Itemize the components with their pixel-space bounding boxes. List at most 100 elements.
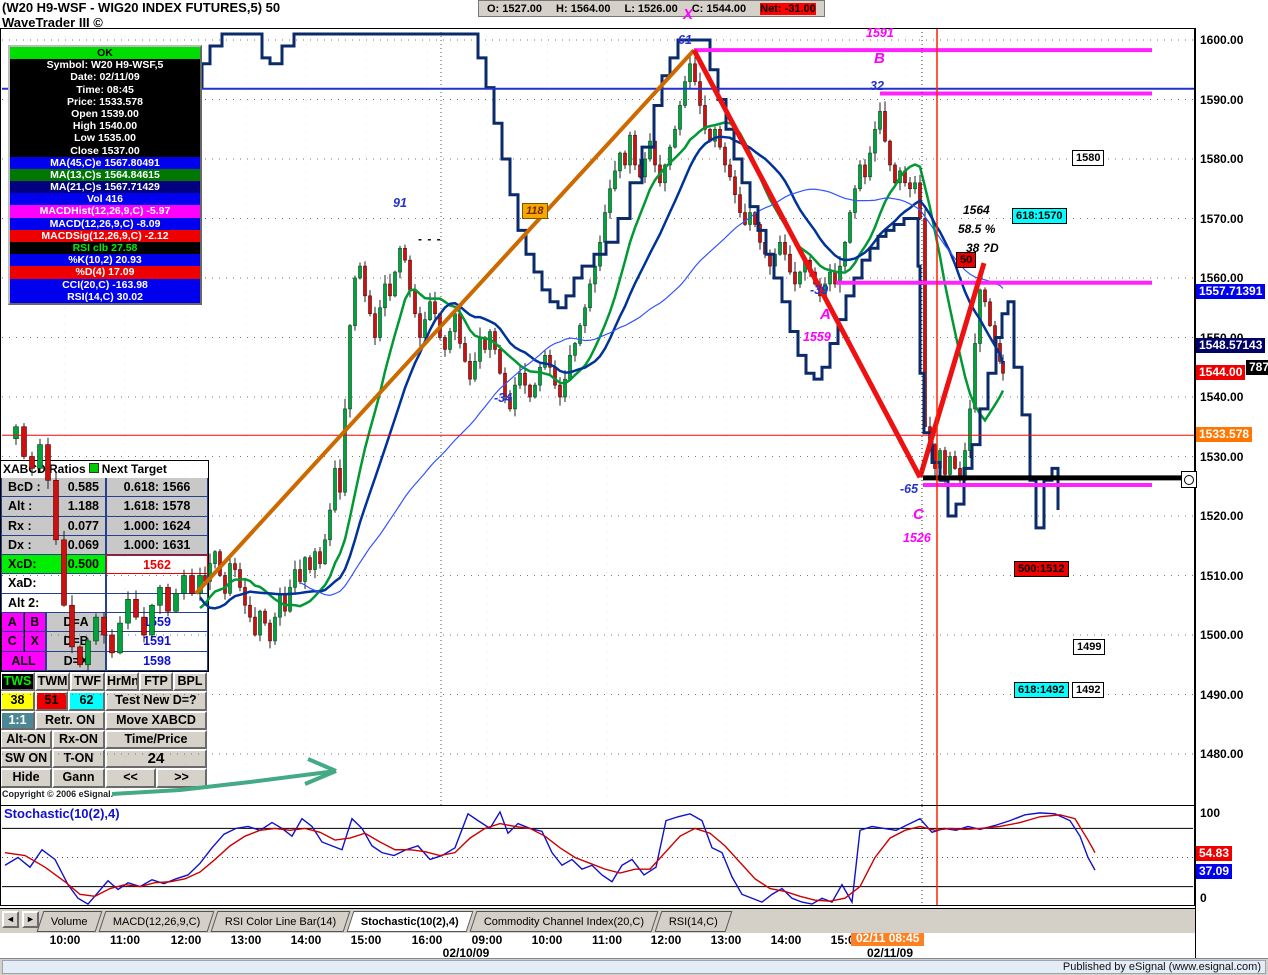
price-tick: 1600.00: [1200, 33, 1244, 47]
candle-body: [428, 301, 432, 320]
candle-body: [418, 313, 422, 338]
point-button-b[interactable]: B: [23, 613, 46, 633]
time-label: 12:00: [650, 933, 682, 947]
candle-body: [583, 307, 587, 326]
button-tws[interactable]: TWS: [0, 672, 35, 692]
candle-body: [973, 343, 977, 410]
button-hide[interactable]: Hide: [0, 768, 52, 788]
ratio-row: XaD:: [1, 574, 208, 594]
button-retron[interactable]: Retr. ON: [35, 710, 105, 730]
ratio-target-cell: 1.000: 1624: [106, 516, 208, 536]
button-38[interactable]: 38: [0, 691, 35, 711]
button-24[interactable]: 24: [105, 749, 207, 769]
tab-macd12269c[interactable]: MACD(12,26,9,C): [98, 911, 215, 932]
button-swon[interactable]: SW ON: [0, 749, 52, 769]
time-label: 09:00: [471, 933, 503, 947]
tab-volume[interactable]: Volume: [36, 911, 103, 932]
candle-body: [308, 557, 312, 570]
button-[interactable]: <<: [105, 768, 156, 788]
tab-rsicolorlinebar14[interactable]: RSI Color Line Bar(14): [210, 911, 351, 932]
time-axis[interactable]: 10:00 11:00 12:00 13:00 14:00 15:00 16:00 09:00…: [0, 930, 1195, 960]
chart-annotation-B: B: [874, 50, 885, 67]
info-row: MA(13,C)s 1564.84615: [10, 168, 200, 182]
price-axis[interactable]: 1600.001590.001580.001570.001560.001550.…: [1195, 28, 1268, 958]
d-target-drag-handle[interactable]: [1181, 471, 1197, 488]
button-ftp[interactable]: FTP: [139, 672, 173, 692]
d-row: ALL D=X 1598: [1, 651, 208, 671]
point-button-a[interactable]: A: [1, 613, 24, 633]
candle-body: [488, 331, 492, 350]
tab-stochastic1024[interactable]: Stochastic(10(2),4): [346, 911, 474, 932]
button-twm[interactable]: TWM: [35, 672, 70, 692]
candle-body: [628, 134, 632, 166]
candle-body: [21, 426, 27, 457]
ratio-label-cell: Rx :0.077: [1, 516, 106, 536]
button-11[interactable]: 1:1: [0, 710, 35, 730]
candle-body: [338, 468, 342, 493]
tab-scroll-left-button[interactable]: ◄: [2, 911, 19, 928]
drawn-arrow-head: [304, 769, 337, 786]
candle-body: [598, 242, 602, 267]
price-tick: 1520.00: [1200, 509, 1244, 523]
info-row: Low 1535.00: [10, 132, 200, 145]
price-tick: 1480.00: [1200, 747, 1244, 761]
candle-body: [398, 247, 402, 273]
candle-body: [648, 140, 652, 160]
candle-body: [478, 337, 482, 362]
ratio-label-cell: XcD: 0.500: [1, 555, 106, 575]
candle-body: [458, 313, 462, 344]
tab-rsi14c[interactable]: RSI(14,C): [654, 911, 733, 932]
info-row: OK: [10, 47, 200, 60]
stoch-badge-5483: 54.83: [1196, 846, 1233, 861]
button-ton[interactable]: T-ON: [52, 749, 105, 769]
info-row: MACDSig(12,26,9,C) -2.12: [10, 229, 200, 242]
button-twf[interactable]: TWF: [70, 672, 105, 692]
candle-body: [733, 176, 737, 196]
cd-pattern-line: [917, 262, 987, 479]
stochastic-blue-line: [4, 810, 1096, 905]
candle-body: [388, 283, 392, 297]
candle-body: [493, 331, 497, 350]
candle-body: [883, 111, 887, 142]
button-62[interactable]: 62: [68, 691, 105, 711]
candle-body: [253, 616, 257, 636]
point-button-c[interactable]: C: [1, 632, 24, 652]
price-badge-1533578: 1533.578: [1196, 427, 1253, 442]
candle-body: [453, 313, 457, 332]
green-square-icon: [88, 463, 99, 473]
candle-body: [708, 128, 712, 142]
button-rxon[interactable]: Rx-ON: [52, 729, 105, 750]
button-movexabcd[interactable]: Move XABCD: [105, 710, 207, 730]
price-tick: 1510.00: [1200, 568, 1244, 583]
candle-body: [533, 384, 537, 398]
candle-body: [753, 212, 757, 225]
candle-body: [873, 128, 877, 154]
tab-commoditychannelindex20c[interactable]: Commodity Channel Index(20,C): [469, 911, 659, 932]
d-row: C X D=B 1591: [1, 632, 208, 652]
tab-scroll-right-button[interactable]: ►: [22, 911, 39, 928]
candle-body: [788, 253, 792, 273]
button-51[interactable]: 51: [35, 691, 68, 711]
candle-body: [218, 551, 222, 576]
price-badge-155771391: 1557.71391: [1196, 284, 1266, 299]
time-label: 13:00: [230, 933, 262, 947]
button-hrmn[interactable]: HrMn: [105, 672, 139, 692]
button-[interactable]: >>: [156, 768, 207, 788]
button-alton[interactable]: Alt-ON: [0, 729, 52, 750]
button-gann[interactable]: Gann: [52, 768, 105, 788]
chart-title: (W20 H9-WSF - WIG20 INDEX FUTURES,5) 50: [2, 0, 281, 15]
button-timeprice[interactable]: Time/Price: [105, 729, 207, 750]
candle-body: [863, 164, 867, 178]
point-button-x[interactable]: X: [23, 632, 46, 652]
candle-body: [763, 242, 767, 255]
candle-body: [288, 587, 292, 612]
button-bpl[interactable]: BPL: [173, 672, 207, 692]
point-button-all[interactable]: ALL: [1, 651, 46, 671]
candle-body: [913, 182, 917, 190]
stoch-badge-3709: 37.09: [1196, 864, 1233, 879]
candle-body: [618, 152, 622, 172]
chart-annotation-91: 91: [393, 196, 407, 210]
button-testnewd[interactable]: Test New D=?: [105, 691, 207, 711]
candle-body: [588, 283, 592, 309]
candle-body: [608, 188, 612, 213]
